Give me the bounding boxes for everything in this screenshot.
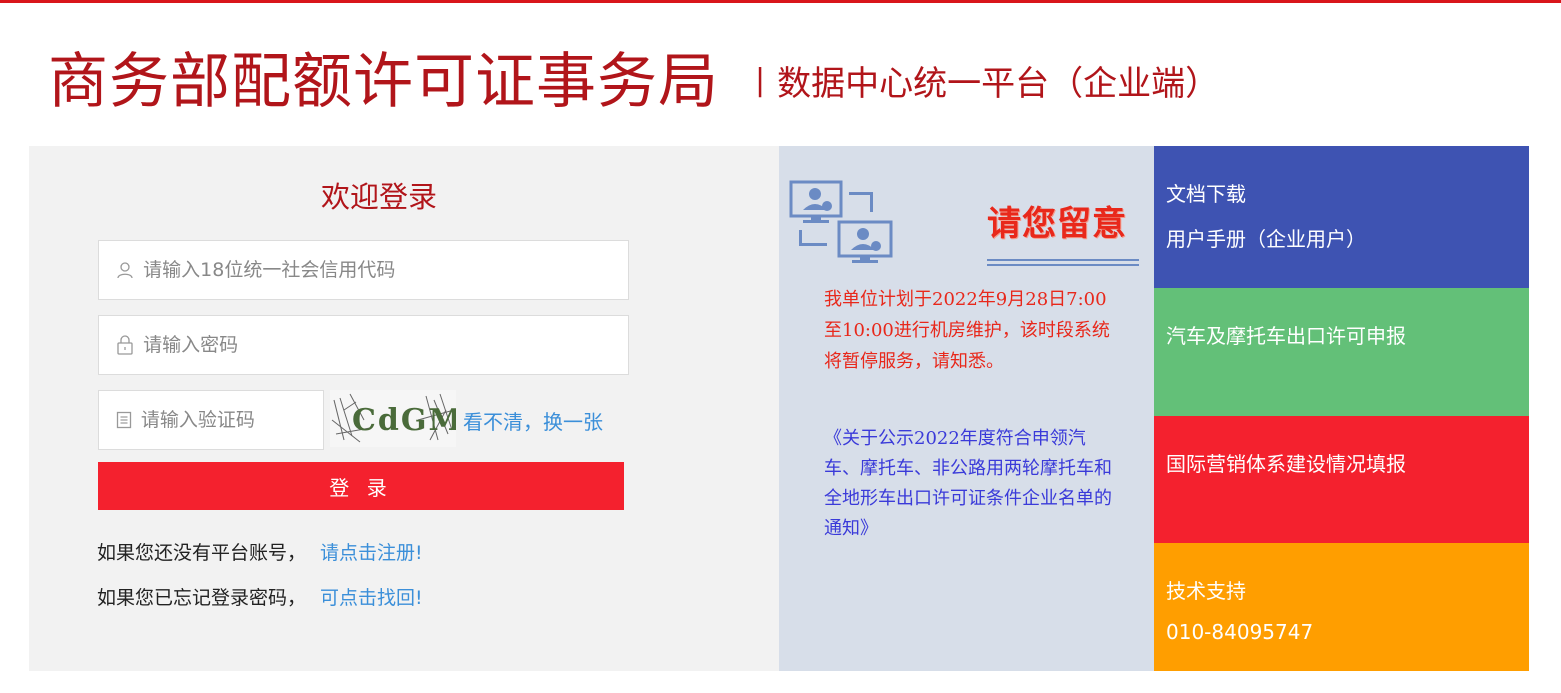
password-field (98, 315, 629, 375)
docs-download-title[interactable]: 文档下载 (1166, 178, 1246, 207)
vehicle-export-label: 汽车及摩托车出口许可申报 (1166, 324, 1406, 348)
forgot-password-hint: 如果您已忘记登录密码， 可点击找回! (97, 583, 423, 610)
captcha-field (98, 390, 324, 450)
tech-support-tile: 技术支持 010-84095747 (1154, 543, 1529, 671)
captcha-code-text: CdGM (352, 403, 456, 438)
credit-code-field (98, 240, 629, 300)
page-title: 商务部配额许可证事务局 (48, 46, 719, 117)
vehicle-export-tile[interactable]: 汽车及摩托车出口许可申报 (1154, 288, 1529, 416)
page-header: 商务部配额许可证事务局 | 数据中心统一平台（企业端） (48, 36, 1220, 117)
marketing-system-label: 国际营销体系建设情况填报 (1166, 452, 1406, 476)
page-subtitle: 数据中心统一平台（企业端） (777, 63, 1220, 104)
header-separator: | (755, 62, 766, 98)
login-panel: 欢迎登录 CdGM 看不清，换一张 登 录 如果您还没 (29, 146, 779, 671)
credit-code-input[interactable] (143, 259, 628, 281)
top-accent-bar (0, 0, 1561, 3)
captcha-image[interactable]: CdGM (330, 390, 456, 447)
lock-icon (115, 334, 135, 356)
register-link[interactable]: 请点击注册! (320, 542, 423, 564)
support-phone: 010-84095747 (1166, 620, 1314, 644)
notice-panel: 请您留意 我单位计划于2022年9月28日7:00至10:00进行机房维护，该时… (779, 146, 1154, 671)
monitor-users-icon (789, 180, 893, 263)
captcha-input[interactable] (140, 409, 323, 431)
login-button[interactable]: 登 录 (98, 462, 624, 510)
marketing-system-tile[interactable]: 国际营销体系建设情况填报 (1154, 416, 1529, 543)
notice-title: 请您留意 (987, 204, 1127, 244)
tech-support-title: 技术支持 (1166, 579, 1246, 603)
forgot-prompt: 如果您已忘记登录密码， (97, 587, 307, 609)
maintenance-notice: 我单位计划于2022年9月28日7:00至10:00进行机房维护，该时段系统将暂… (824, 289, 1110, 372)
forgot-password-link[interactable]: 可点击找回! (320, 587, 423, 609)
docs-download-tile: 文档下载 用户手册（企业用户） (1154, 146, 1529, 288)
password-input[interactable] (143, 334, 628, 356)
document-icon (115, 409, 133, 431)
notice-title-underline (987, 259, 1139, 269)
register-hint: 如果您还没有平台账号， 请点击注册! (97, 538, 423, 565)
user-manual-link[interactable]: 用户手册（企业用户） (1166, 223, 1366, 252)
register-prompt: 如果您还没有平台账号， (97, 542, 307, 564)
announcement-link[interactable]: 《关于公示2022年度符合申领汽车、摩托车、非公路用两轮摩托车和全地形车出口许可… (824, 424, 1114, 544)
login-heading: 欢迎登录 (320, 180, 437, 214)
user-icon (115, 259, 135, 281)
refresh-captcha-link[interactable]: 看不清，换一张 (463, 406, 603, 435)
